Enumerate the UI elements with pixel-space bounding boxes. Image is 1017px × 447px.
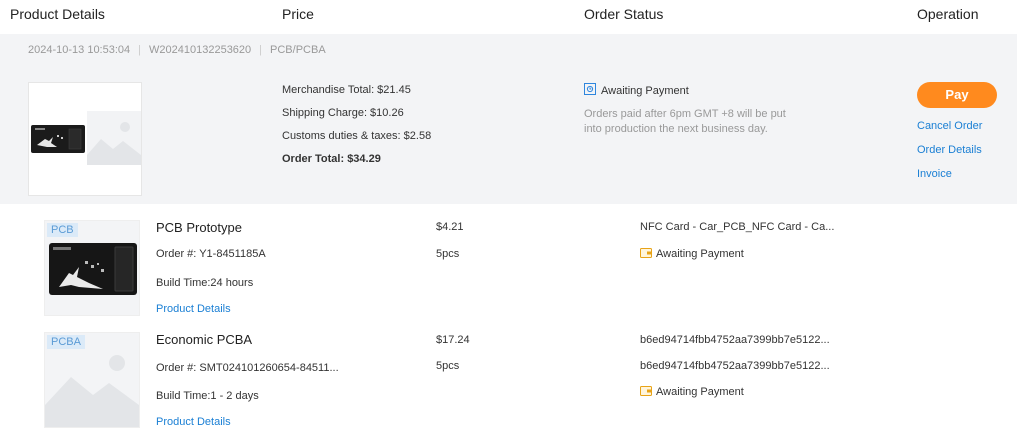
pcb-card-thumbnail — [31, 111, 85, 165]
order-status-block: Awaiting Payment Orders paid after 6pm G… — [584, 83, 814, 137]
header-price: Price — [282, 6, 314, 22]
product-price: $17.24 — [436, 334, 470, 346]
header-order-status: Order Status — [584, 6, 664, 22]
order-summary: 2024-10-13 10:53:04 | W202410132253620 | PCB… — [0, 34, 1017, 204]
order-totals: Merchandise Total: $21.45 Shipping Charg… — [282, 82, 431, 174]
product-name-secondary: b6ed94714fbb4752aa7399bb7e5122... — [640, 360, 830, 372]
operations: Pay Cancel Order Order Details Invoice — [917, 82, 997, 182]
product-build-time: Build Time:1 - 2 days — [156, 390, 259, 402]
cancel-order-link[interactable]: Cancel Order — [917, 120, 997, 134]
product-status: Awaiting Payment — [640, 385, 744, 399]
order-status-text: Awaiting Payment — [601, 84, 689, 97]
header-operation: Operation — [917, 6, 979, 22]
image-placeholder-icon — [87, 111, 141, 165]
product-status: Awaiting Payment — [640, 247, 744, 261]
order-datetime: 2024-10-13 10:53:04 — [28, 44, 131, 56]
order-meta: 2024-10-13 10:53:04 | W202410132253620 | PCB… — [28, 44, 326, 56]
product-quantity: 5pcs — [436, 248, 460, 260]
order-type: PCB/PCBA — [270, 44, 326, 56]
order-items: PCB PCB Prototype Order #: Y1-8451185A B… — [28, 204, 1017, 447]
invoice-link[interactable]: Invoice — [917, 168, 997, 182]
product-order-number: Order #: Y1-8451185A — [156, 248, 266, 260]
product-price: $4.21 — [436, 221, 464, 233]
product-title: Economic PCBA — [156, 332, 253, 347]
customs-taxes: Customs duties & taxes: $2.58 — [282, 130, 432, 142]
order-details-link[interactable]: Order Details — [917, 144, 997, 158]
pay-button[interactable]: Pay — [917, 82, 997, 108]
product-build-time: Build Time:24 hours — [156, 277, 254, 289]
list-item: PCBA Economic PCBA Order #: SMT024101260… — [28, 322, 1017, 447]
product-title: PCB Prototype — [156, 220, 242, 235]
pcba-product-image[interactable]: PCBA — [44, 332, 140, 428]
order-thumbnails[interactable] — [28, 82, 142, 196]
shipping-charge: Shipping Charge: $10.26 — [282, 107, 404, 119]
wallet-icon — [640, 247, 656, 261]
product-status-text: Awaiting Payment — [656, 248, 744, 260]
table-header: Product Details Price Order Status Opera… — [0, 0, 1017, 34]
order-status-note: Orders paid after 6pm GMT +8 will be put… — [584, 108, 786, 135]
product-details-link[interactable]: Product Details — [156, 303, 231, 315]
product-name: NFC Card - Car_PCB_NFC Card - Ca... — [640, 221, 835, 233]
product-type-tag: PCB — [47, 223, 78, 237]
list-item: PCB PCB Prototype Order #: Y1-8451185A B… — [28, 204, 1017, 322]
product-details-link[interactable]: Product Details — [156, 416, 231, 428]
product-quantity: 5pcs — [436, 360, 460, 372]
product-order-number: Order #: SMT024101260654-84511... — [156, 362, 339, 374]
product-status-text: Awaiting Payment — [656, 386, 744, 398]
order-number: W202410132253620 — [149, 44, 252, 56]
hourglass-document-icon — [584, 83, 601, 98]
header-product-details: Product Details — [10, 6, 105, 22]
order-total: Order Total: $34.29 — [282, 153, 381, 165]
product-name: b6ed94714fbb4752aa7399bb7e5122... — [640, 334, 830, 346]
merchandise-total: Merchandise Total: $21.45 — [282, 84, 411, 96]
wallet-icon — [640, 385, 656, 399]
pcb-product-image[interactable]: PCB — [44, 220, 140, 316]
